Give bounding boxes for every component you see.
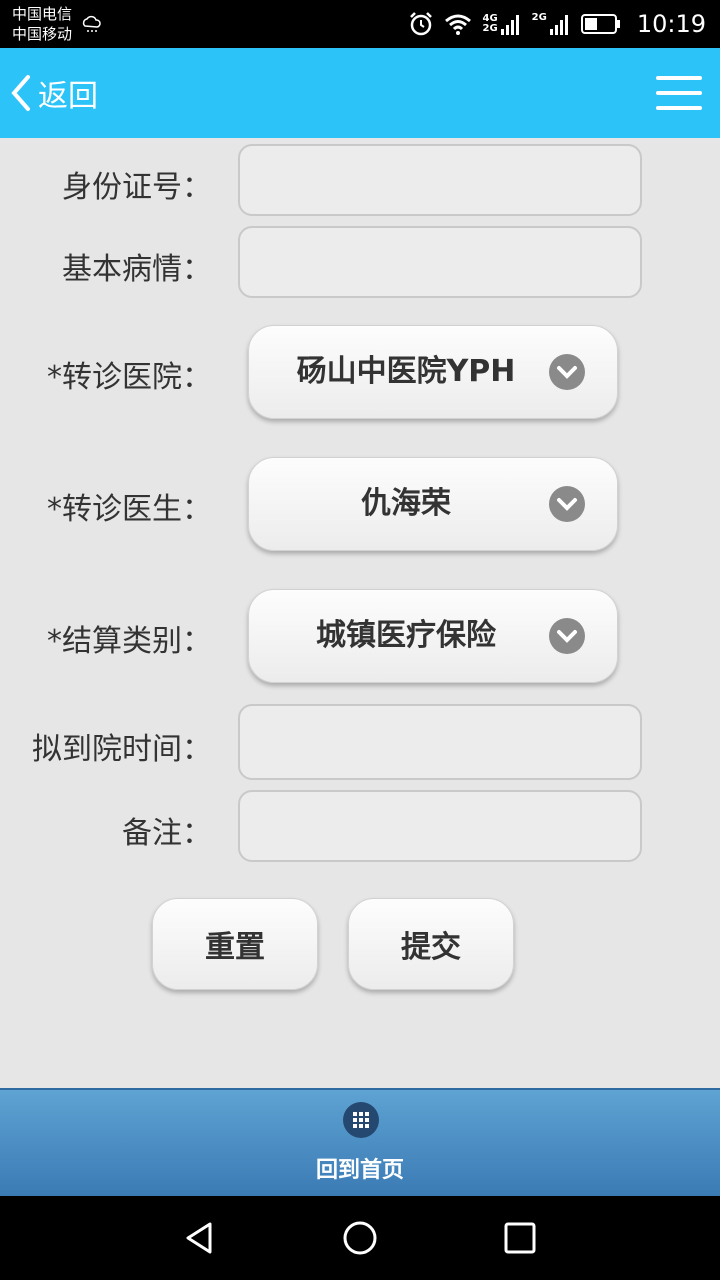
chevron-down-icon bbox=[549, 618, 585, 654]
back-label: 返回 bbox=[38, 79, 98, 114]
doctor-label: *转诊医生： bbox=[47, 492, 212, 527]
clock: 10:19 bbox=[636, 10, 706, 38]
arrival-time-label: 拟到院时间： bbox=[32, 732, 212, 767]
hospital-label: *转诊医院： bbox=[47, 360, 212, 395]
settlement-select[interactable]: 城镇医疗保险 bbox=[248, 589, 618, 683]
menu-icon[interactable] bbox=[656, 76, 702, 110]
settlement-label: *结算类别： bbox=[47, 624, 212, 659]
doctor-select[interactable]: 仇海荣 bbox=[248, 457, 618, 551]
chevron-down-icon bbox=[549, 354, 585, 390]
hospital-value: 砀山中医院YPH bbox=[296, 354, 516, 389]
settlement-value: 城镇医疗保险 bbox=[316, 618, 496, 653]
submit-button[interactable]: 提交 bbox=[348, 898, 514, 990]
reset-button[interactable]: 重置 bbox=[152, 898, 318, 990]
remark-label: 备注： bbox=[122, 816, 212, 851]
alarm-icon bbox=[410, 12, 433, 36]
remark-input[interactable] bbox=[238, 790, 642, 862]
status-icons: 4G 2G 2G 10:19 bbox=[408, 0, 706, 48]
cloud-icon bbox=[82, 15, 101, 32]
network-type-3: 2G bbox=[531, 12, 547, 23]
condition-label: 基本病情： bbox=[62, 252, 212, 287]
carrier-1: 中国电信 bbox=[12, 5, 73, 23]
recents-square-icon[interactable] bbox=[500, 1218, 540, 1258]
signal-icon bbox=[549, 15, 568, 35]
home-label: 回到首页 bbox=[315, 1158, 404, 1183]
system-nav-bar bbox=[0, 1196, 720, 1280]
home-nav-bar[interactable]: 回到首页 bbox=[0, 1088, 720, 1198]
doctor-value: 仇海荣 bbox=[361, 486, 451, 521]
hospital-select[interactable]: 砀山中医院YPH bbox=[248, 325, 618, 419]
chevron-left-icon bbox=[11, 75, 30, 111]
id-number-input[interactable] bbox=[238, 144, 642, 216]
back-triangle-icon[interactable] bbox=[180, 1218, 220, 1258]
network-type-2: 2G bbox=[482, 23, 498, 34]
status-bar: 中国电信 中国移动 4G 2G 2G 10:19 bbox=[0, 0, 720, 48]
chevron-down-icon bbox=[549, 486, 585, 522]
id-number-label: 身份证号： bbox=[62, 170, 212, 205]
arrival-time-input[interactable] bbox=[238, 704, 642, 780]
home-circle-icon[interactable] bbox=[340, 1218, 380, 1258]
battery-icon bbox=[580, 14, 620, 34]
grid-icon bbox=[343, 1102, 379, 1138]
back-button[interactable]: 返回 bbox=[8, 48, 98, 138]
carrier-info: 中国电信 中国移动 bbox=[12, 4, 72, 44]
wifi-icon bbox=[445, 14, 472, 35]
signal-block-1: 4G 2G bbox=[482, 13, 521, 35]
signal-block-2: 2G bbox=[532, 13, 571, 35]
condition-input[interactable] bbox=[238, 226, 642, 298]
carrier-2: 中国移动 bbox=[12, 25, 73, 43]
app-header: 返回 bbox=[0, 48, 720, 138]
signal-icon bbox=[500, 15, 519, 35]
